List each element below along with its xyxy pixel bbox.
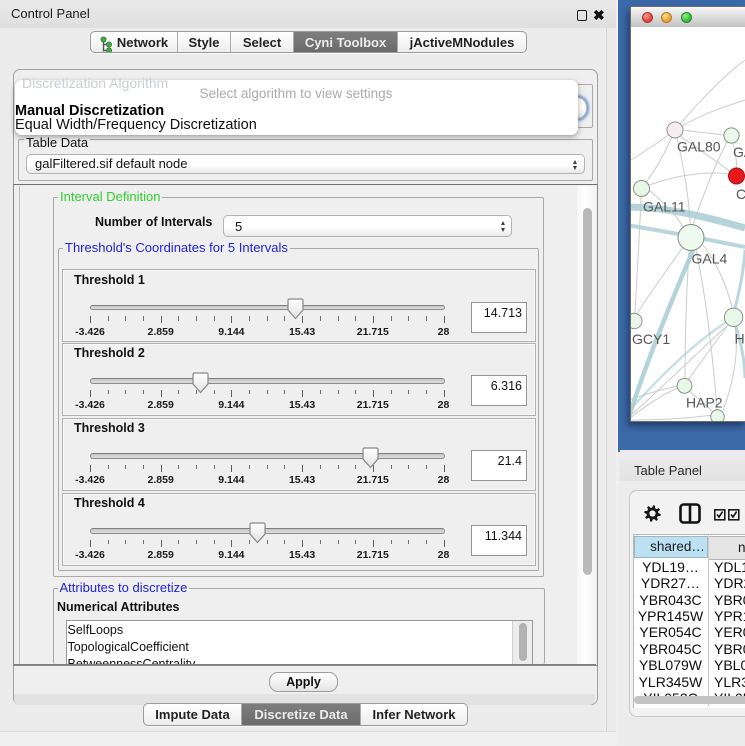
svg-text:HAP2: HAP2	[686, 395, 723, 411]
svg-text:GAL11: GAL11	[643, 199, 686, 215]
svg-text:GAL4: GAL4	[692, 251, 728, 267]
svg-text:GCY1: GCY1	[632, 331, 670, 347]
svg-text:GAL3: GAL3	[733, 144, 745, 160]
svg-text:HIS4: HIS4	[735, 331, 745, 347]
svg-text:C: C	[736, 186, 745, 202]
svg-text:GAL80: GAL80	[677, 139, 721, 155]
